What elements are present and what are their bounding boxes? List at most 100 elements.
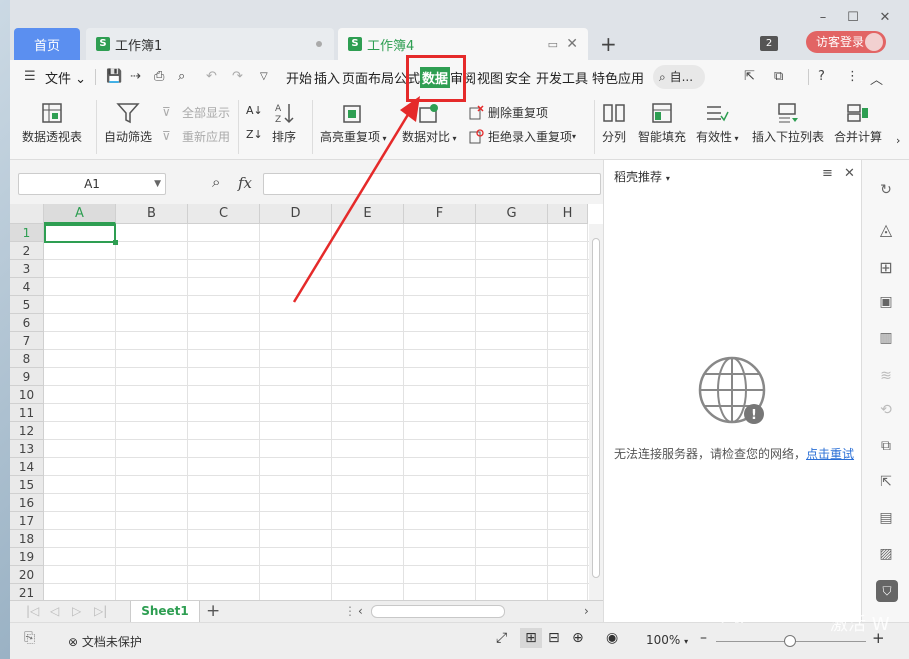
scroll-right-icon[interactable]: › xyxy=(584,604,589,618)
reading-layout-icon[interactable]: ⊕ xyxy=(572,630,584,646)
row-header[interactable]: 5 xyxy=(10,296,44,314)
split-column-button[interactable]: 分列 xyxy=(602,102,626,145)
picture-icon[interactable]: ▨ xyxy=(876,546,896,566)
prev-sheet-icon[interactable]: ◁ xyxy=(50,604,59,618)
column-header[interactable]: G xyxy=(476,204,548,224)
row-header[interactable]: 10 xyxy=(10,386,44,404)
share-icon[interactable]: ⇱ xyxy=(744,69,755,84)
row-header[interactable]: 14 xyxy=(10,458,44,476)
menu-page-layout[interactable]: 页面布局 xyxy=(342,68,394,87)
window-count-badge[interactable]: 2 xyxy=(760,36,778,51)
retry-link[interactable]: 点击重试 xyxy=(806,447,854,461)
row-header[interactable]: 16 xyxy=(10,494,44,512)
insert-dropdown-list-button[interactable]: 插入下拉列表 xyxy=(752,102,824,145)
share-export-icon[interactable]: ⇱ xyxy=(876,474,896,494)
zoom-out-icon[interactable]: – xyxy=(700,630,707,646)
close-panel-icon[interactable]: ✕ xyxy=(844,166,855,181)
scroll-left-icon[interactable]: ‹ xyxy=(358,604,363,618)
quick-access-dropdown-icon[interactable]: ▽ xyxy=(260,71,268,82)
row-header[interactable]: 17 xyxy=(10,512,44,530)
row-header[interactable]: 13 xyxy=(10,440,44,458)
refresh-icon[interactable]: ↻ xyxy=(876,182,896,202)
menu-insert[interactable]: 插入 xyxy=(314,68,340,87)
vertical-scroll-thumb[interactable] xyxy=(592,238,600,578)
archive-icon[interactable]: ▤ xyxy=(876,510,896,530)
table-icon[interactable]: ⊞ xyxy=(876,258,896,278)
close-window-button[interactable]: ✕ xyxy=(878,11,892,25)
remove-duplicates-button[interactable]: 删除重复项 xyxy=(468,104,548,121)
minimize-button[interactable]: – xyxy=(816,11,830,25)
eye-protection-icon[interactable]: ◉ xyxy=(606,630,618,646)
row-header[interactable]: 4 xyxy=(10,278,44,296)
fullscreen-icon[interactable]: ⤢ xyxy=(496,630,507,646)
column-header[interactable]: A xyxy=(44,204,116,224)
row-header[interactable]: 1 xyxy=(10,224,44,242)
close-tab-icon[interactable]: ✕ xyxy=(566,36,578,52)
show-all-button[interactable]: ⊽ 全部显示 xyxy=(162,104,230,121)
hamburger-menu-icon[interactable]: ☰ xyxy=(24,69,36,84)
print-preview-icon[interactable]: ⌕ xyxy=(178,69,185,84)
more-icon[interactable]: ⋮ xyxy=(846,69,859,84)
redo-icon[interactable]: ↷ xyxy=(232,69,243,84)
menu-file[interactable]: 文件 ⌄ xyxy=(45,68,86,87)
row-header[interactable]: 21 xyxy=(10,584,44,600)
apps-icon[interactable]: ▣ xyxy=(876,294,896,314)
export-icon[interactable]: ⇢ xyxy=(130,69,141,84)
smart-fill-button[interactable]: 智能填充 xyxy=(638,102,686,145)
save-icon[interactable]: 💾 xyxy=(106,69,122,84)
zoom-slider-thumb[interactable] xyxy=(784,635,796,647)
row-header[interactable]: 11 xyxy=(10,404,44,422)
chart-icon[interactable]: ▥ xyxy=(876,330,896,350)
row-header[interactable]: 12 xyxy=(10,422,44,440)
panel-title[interactable]: 稻壳推荐 ▾ xyxy=(614,168,670,185)
panel-menu-icon[interactable]: ≡ xyxy=(822,166,833,181)
add-sheet-button[interactable]: + xyxy=(206,601,220,621)
active-cell-a1[interactable] xyxy=(44,224,118,245)
shield-icon[interactable]: ⛉ xyxy=(876,580,898,602)
autofilter-button[interactable]: 自动筛选 xyxy=(104,102,152,145)
split-handle-icon[interactable]: ⋮ xyxy=(344,604,356,618)
new-tab-button[interactable]: + xyxy=(600,32,617,56)
row-header[interactable]: 15 xyxy=(10,476,44,494)
column-header[interactable]: B xyxy=(116,204,188,224)
settings-disabled-icon[interactable]: ≋ xyxy=(876,368,896,388)
collaborate-icon[interactable]: ⧉ xyxy=(774,69,783,84)
cell-name-box[interactable]: A1 ▼ xyxy=(18,173,166,195)
first-sheet-icon[interactable]: |◁ xyxy=(26,604,39,618)
row-header[interactable]: 8 xyxy=(10,350,44,368)
row-header[interactable]: 19 xyxy=(10,548,44,566)
row-header[interactable]: 20 xyxy=(10,566,44,584)
format-disabled-icon[interactable]: ⟲ xyxy=(876,402,896,422)
maximize-button[interactable]: ☐ xyxy=(846,11,860,25)
guest-login-button[interactable]: 访客登录 xyxy=(806,31,886,53)
insert-function-button[interactable]: fx xyxy=(238,174,252,192)
sort-ascending-icon[interactable]: A↓ xyxy=(246,104,263,117)
print-icon[interactable]: ⎙ xyxy=(154,69,164,84)
row-header[interactable]: 6 xyxy=(10,314,44,332)
reapply-button[interactable]: ⊽ 重新应用 xyxy=(162,128,230,145)
menu-security[interactable]: 安全 xyxy=(505,68,531,87)
document-protection-status[interactable]: ⊗ 文档未保护 xyxy=(68,633,142,650)
tab-home[interactable]: 首页 xyxy=(14,28,80,60)
undo-icon[interactable]: ↶ xyxy=(206,69,217,84)
sort-descending-icon[interactable]: Z↓ xyxy=(246,128,263,141)
row-header[interactable]: 9 xyxy=(10,368,44,386)
row-header[interactable]: 2 xyxy=(10,242,44,260)
next-sheet-icon[interactable]: ▷ xyxy=(72,604,81,618)
row-header[interactable]: 3 xyxy=(10,260,44,278)
ribbon-scroll-right-icon[interactable]: › xyxy=(896,134,900,147)
reject-duplicate-entry-button[interactable]: 拒绝录入重复项 ▾ xyxy=(468,128,576,145)
sheet-tab-sheet1[interactable]: Sheet1 xyxy=(130,601,200,622)
menu-special[interactable]: 特色应用 xyxy=(592,68,644,87)
menu-developer[interactable]: 开发工具 xyxy=(536,68,588,87)
float-window-icon[interactable]: ▭ xyxy=(548,38,558,51)
row-header[interactable]: 7 xyxy=(10,332,44,350)
menu-view[interactable]: 视图 xyxy=(477,68,503,87)
menu-search-box[interactable]: ⌕ 自... xyxy=(653,65,705,89)
vertical-scrollbar[interactable] xyxy=(589,224,603,600)
last-sheet-icon[interactable]: ▷| xyxy=(94,604,107,618)
style-icon[interactable]: ◬ xyxy=(876,220,896,240)
select-all-corner[interactable] xyxy=(10,204,44,224)
menu-start[interactable]: 开始 xyxy=(286,68,312,87)
validity-button[interactable]: 有效性 ▾ xyxy=(696,102,739,145)
